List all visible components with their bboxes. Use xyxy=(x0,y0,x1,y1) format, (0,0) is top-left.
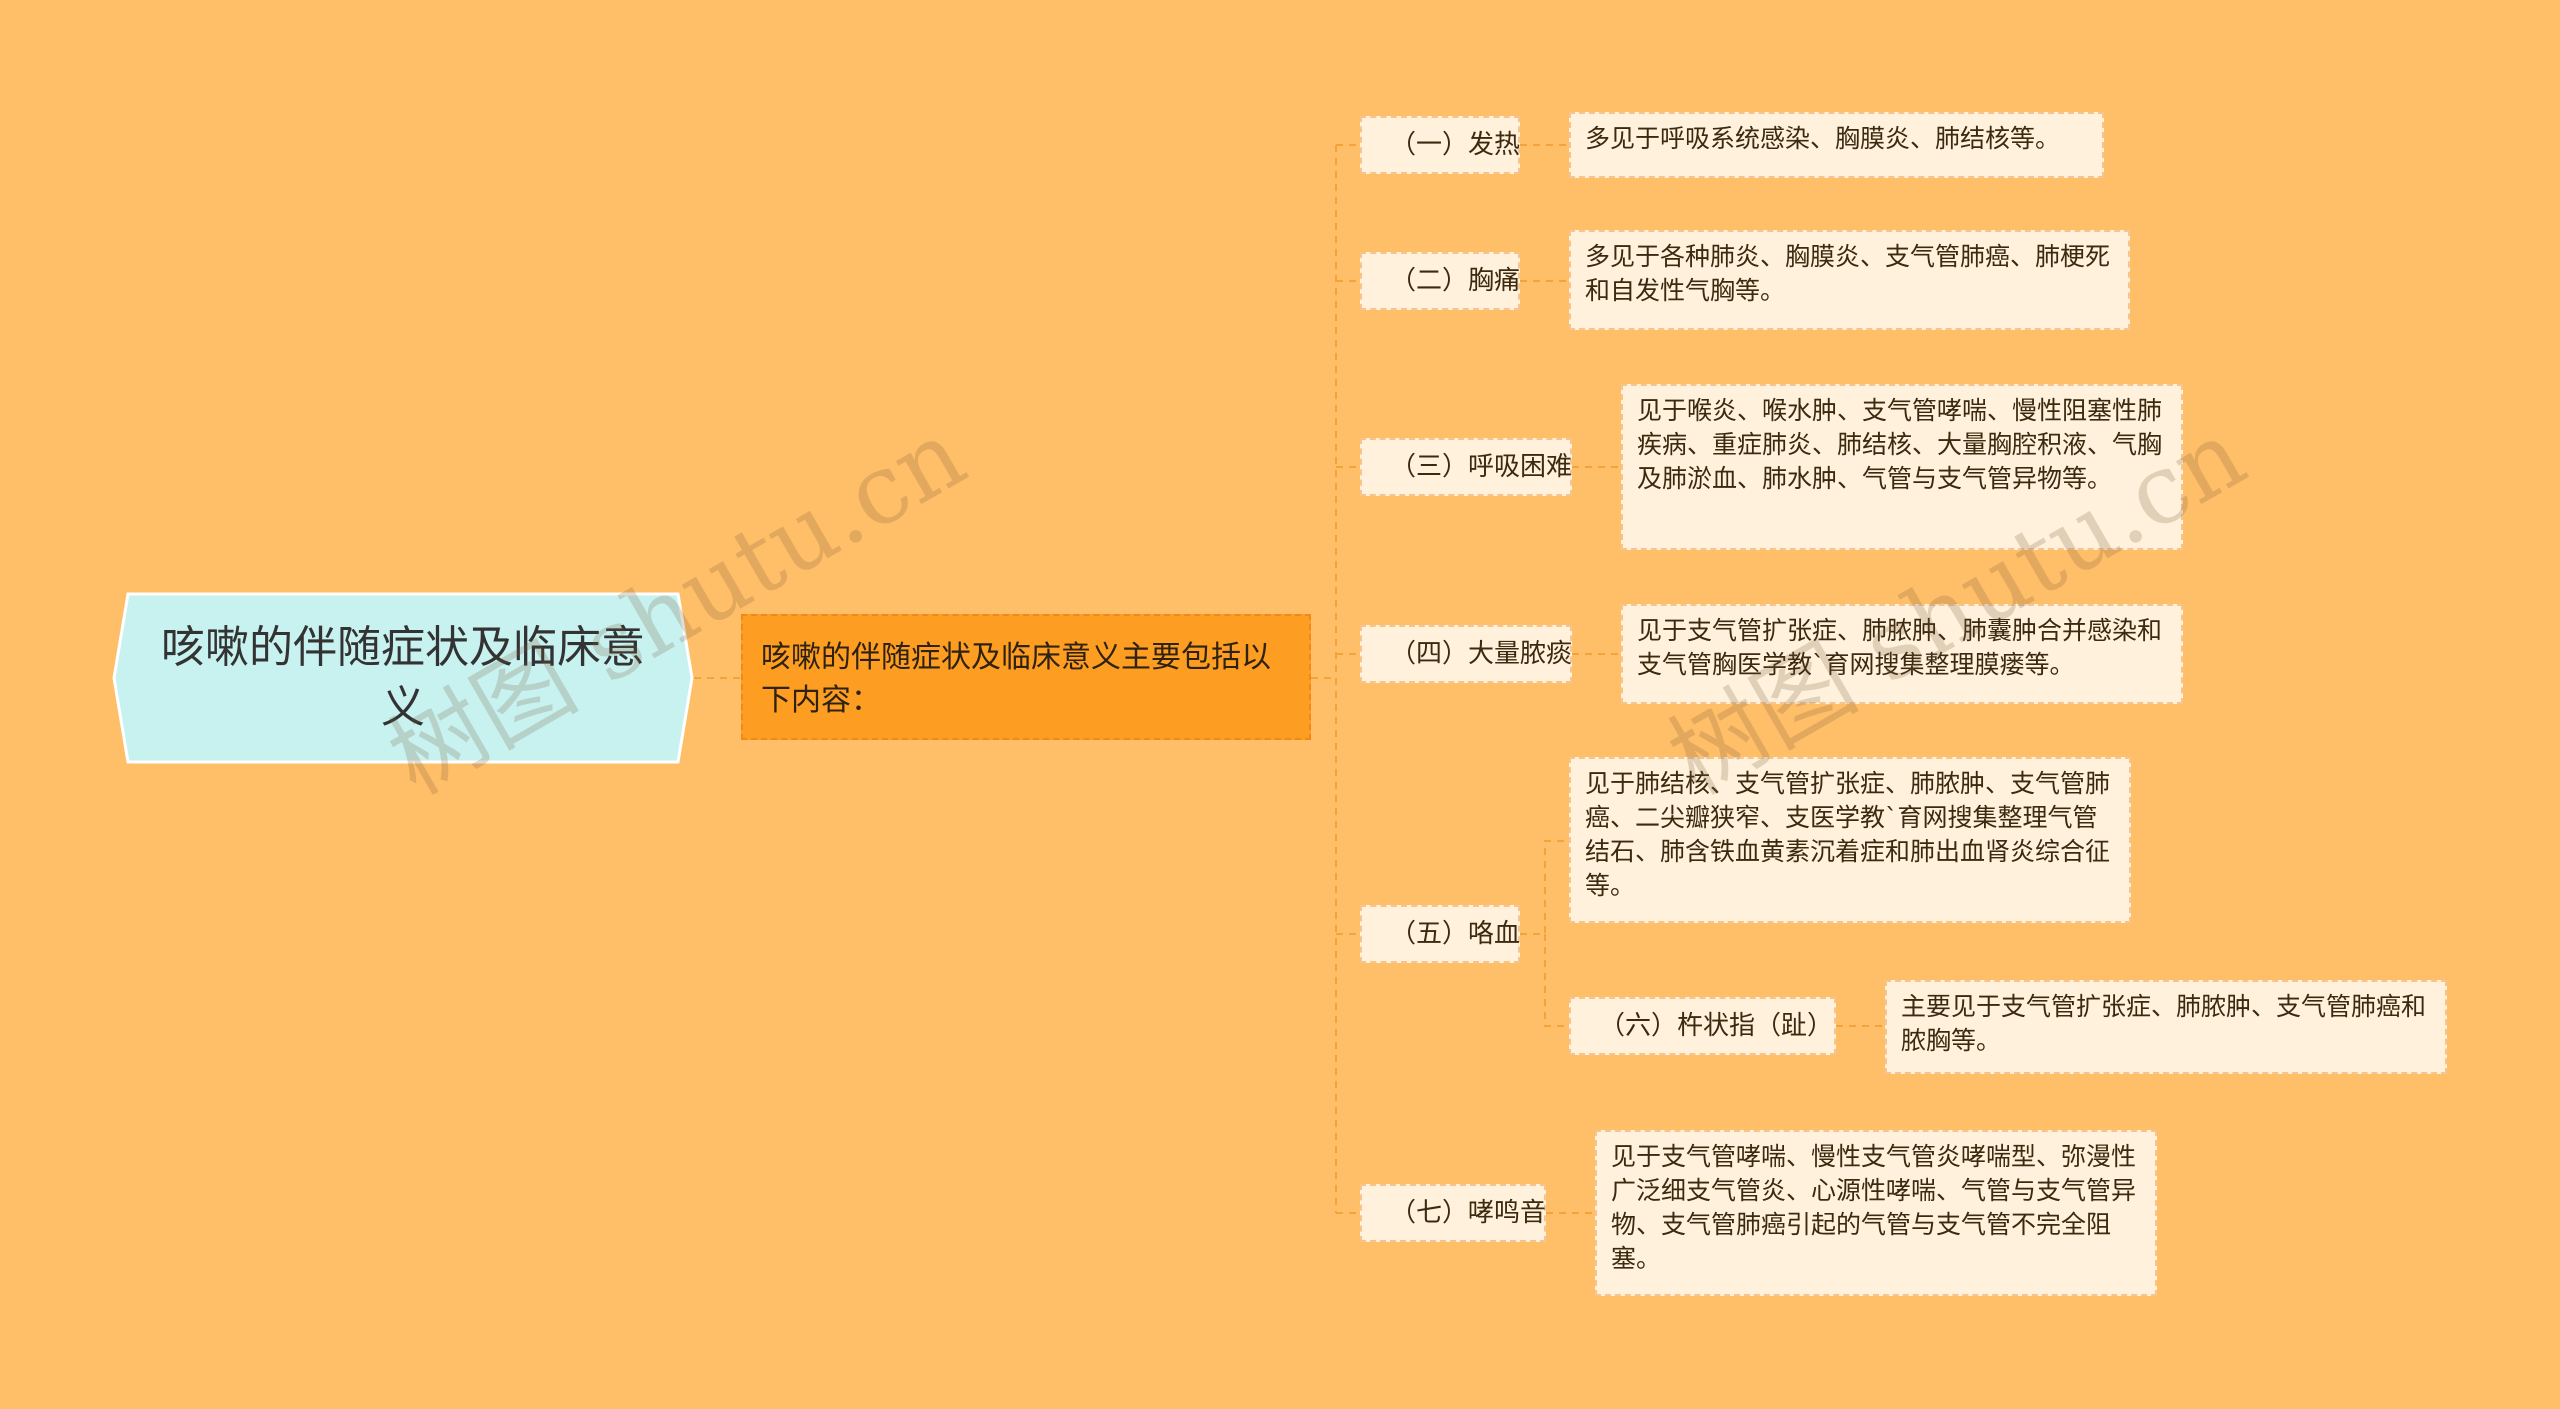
branch-chest-pain[interactable]: （二）胸痛 xyxy=(1360,252,1520,310)
detail-dyspnea[interactable]: 见于喉炎、喉水肿、支气管哮喘、慢性阻塞性肺疾病、重症肺炎、肺结核、大量胸腔积液、… xyxy=(1621,384,2183,550)
branch-label: （六）杵状指（趾） xyxy=(1599,1011,1834,1041)
detail-text: 见于喉炎、喉水肿、支气管哮喘、慢性阻塞性肺疾病、重症肺炎、肺结核、大量胸腔积液、… xyxy=(1637,396,2163,493)
branch-label: （二）胸痛 xyxy=(1390,266,1521,296)
detail-text: 多见于各种肺炎、胸膜炎、支气管肺癌、肺梗死和自发性气胸等。 xyxy=(1585,242,2111,305)
root-topic[interactable]: 咳嗽的伴随症状及临床意义 xyxy=(112,592,694,764)
branch-label: （三）呼吸困难 xyxy=(1390,452,1573,482)
branch-dyspnea[interactable]: （三）呼吸困难 xyxy=(1360,438,1572,496)
branch-label: （一）发热 xyxy=(1390,130,1521,160)
branch-clubbing[interactable]: （六）杵状指（趾） xyxy=(1569,997,1836,1055)
detail-purulent-sputum[interactable]: 见于支气管扩张症、肺脓肿、肺囊肿合并感染和支气管胸医学教`育网搜集整理膜瘘等。 xyxy=(1621,604,2183,704)
detail-fever[interactable]: 多见于呼吸系统感染、胸膜炎、肺结核等。 xyxy=(1569,112,2104,178)
branch-label: （四）大量脓痰 xyxy=(1390,639,1573,669)
root-title: 咳嗽的伴随症状及临床意义 xyxy=(161,622,645,733)
summary-node[interactable]: 咳嗽的伴随症状及临床意义主要包括以下内容： xyxy=(741,614,1311,740)
branch-wheezing[interactable]: （七）哮鸣音 xyxy=(1360,1184,1546,1242)
detail-text: 见于支气管哮喘、慢性支气管炎哮喘型、弥漫性广泛细支气管炎、心源性哮喘、气管与支气… xyxy=(1611,1142,2137,1273)
detail-wheezing[interactable]: 见于支气管哮喘、慢性支气管炎哮喘型、弥漫性广泛细支气管炎、心源性哮喘、气管与支气… xyxy=(1595,1130,2157,1296)
detail-text: 多见于呼吸系统感染、胸膜炎、肺结核等。 xyxy=(1585,124,2061,153)
branch-label: （七）哮鸣音 xyxy=(1390,1198,1547,1228)
detail-clubbing[interactable]: 主要见于支气管扩张症、肺脓肿、支气管肺癌和脓胸等。 xyxy=(1885,980,2447,1074)
branch-label: （五）咯血 xyxy=(1390,919,1521,949)
branch-purulent-sputum[interactable]: （四）大量脓痰 xyxy=(1360,625,1572,683)
detail-chest-pain[interactable]: 多见于各种肺炎、胸膜炎、支气管肺癌、肺梗死和自发性气胸等。 xyxy=(1569,230,2130,330)
detail-hemoptysis[interactable]: 见于肺结核、支气管扩张症、肺脓肿、支气管肺癌、二尖瓣狭窄、支医学教`育网搜集整理… xyxy=(1569,757,2131,923)
branch-fever[interactable]: （一）发热 xyxy=(1360,116,1520,174)
detail-text: 见于肺结核、支气管扩张症、肺脓肿、支气管肺癌、二尖瓣狭窄、支医学教`育网搜集整理… xyxy=(1585,769,2111,900)
branch-hemoptysis[interactable]: （五）咯血 xyxy=(1360,905,1520,963)
detail-text: 见于支气管扩张症、肺脓肿、肺囊肿合并感染和支气管胸医学教`育网搜集整理膜瘘等。 xyxy=(1637,616,2163,679)
summary-text: 咳嗽的伴随症状及临床意义主要包括以下内容： xyxy=(761,640,1271,718)
detail-text: 主要见于支气管扩张症、肺脓肿、支气管肺癌和脓胸等。 xyxy=(1901,992,2427,1055)
